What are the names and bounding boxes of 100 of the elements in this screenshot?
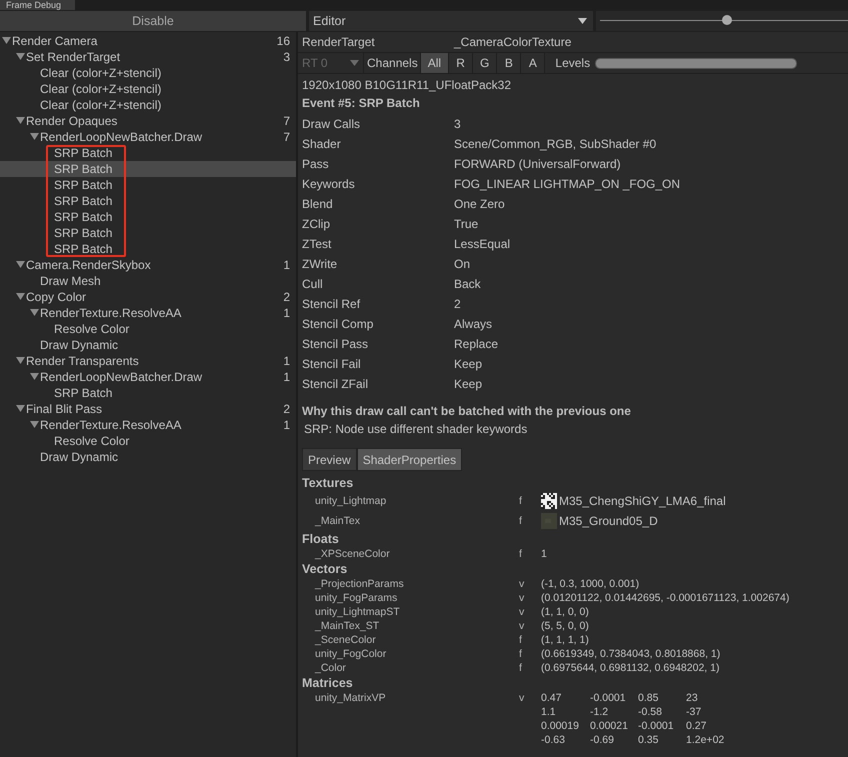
- expanded-arrow-icon[interactable]: [16, 357, 25, 365]
- expanded-arrow-icon[interactable]: [30, 421, 39, 429]
- property-name: _SceneColor: [315, 633, 377, 647]
- tree-item[interactable]: Final Blit Pass 2: [0, 401, 296, 417]
- matrix-cell-text: -1.2: [590, 705, 610, 719]
- expanded-arrow-icon[interactable]: [30, 373, 39, 381]
- detail-value: Keep: [454, 376, 482, 393]
- property-type: v: [519, 577, 526, 591]
- tree-item[interactable]: Draw Dynamic: [0, 449, 296, 465]
- texture-thumbnail: [541, 513, 557, 529]
- expanded-arrow-icon[interactable]: [16, 117, 25, 125]
- property-type: f: [519, 661, 523, 675]
- tree-item[interactable]: Draw Dynamic: [0, 337, 296, 353]
- matrix-cell-text: -0.63: [541, 733, 566, 747]
- tree-item[interactable]: Set RenderTarget 3: [0, 49, 296, 65]
- property-name: _MainTex_ST: [315, 619, 380, 633]
- matrix-cell-text: 0.85: [638, 691, 660, 705]
- tree-item[interactable]: SRP Batch: [0, 177, 296, 193]
- property-type: v: [519, 605, 526, 619]
- property-value: (0.01201122, 0.01442695, -0.0001671123, 1.002674): [541, 591, 790, 605]
- matrix-cell-text: -0.69: [590, 733, 615, 747]
- matrix-cell-text: -0.58: [638, 705, 663, 719]
- detail-label: Stencil ZFail: [302, 376, 370, 393]
- disable-button[interactable]: Disable: [0, 11, 306, 31]
- tree-item[interactable]: RenderTexture.ResolveAA 1: [0, 417, 296, 433]
- tree-item[interactable]: RenderLoopNewBatcher.Draw 7: [0, 129, 296, 145]
- tree-item[interactable]: Resolve Color: [0, 321, 296, 337]
- detail-value: 2: [454, 296, 461, 313]
- tree-item[interactable]: Camera.RenderSkybox 1: [0, 257, 296, 273]
- detail-value: Back: [454, 276, 481, 293]
- tree-item[interactable]: Resolve Color: [0, 433, 296, 449]
- property-type: v: [519, 691, 526, 706]
- matrix-cell-text: 0.35: [638, 733, 660, 747]
- window-tab[interactable]: Frame Debug: [0, 0, 76, 10]
- detail-value: Keep: [454, 356, 482, 373]
- detail-label: Stencil Ref: [302, 296, 362, 313]
- expanded-arrow-icon[interactable]: [16, 293, 25, 301]
- detail-value: True: [454, 216, 478, 233]
- detail-label: Draw Calls: [302, 116, 362, 133]
- expanded-arrow-icon[interactable]: [16, 53, 25, 61]
- group-heading: Textures: [301, 475, 354, 491]
- detail-label: Cull: [302, 276, 324, 293]
- detail-label: Keywords: [302, 176, 356, 193]
- tree-item[interactable]: SRP Batch: [0, 193, 296, 209]
- tree-item[interactable]: Clear (color+Z+stencil): [0, 65, 296, 81]
- property-name: _XPSceneColor: [315, 547, 391, 561]
- property-type: f: [519, 647, 523, 661]
- channel-toggle[interactable]: All: [420, 53, 448, 73]
- property-value: (1, 1, 0, 0): [541, 605, 589, 619]
- tree-item[interactable]: SRP Batch: [0, 385, 296, 401]
- slider-thumb[interactable]: [722, 15, 732, 25]
- matrix-cell-text: 23: [686, 691, 699, 705]
- property-name: _MainTex: [315, 514, 361, 528]
- detail-value: LessEqual: [454, 236, 510, 253]
- property-name: unity_LightmapST: [315, 605, 401, 619]
- tree-item[interactable]: SRP Batch: [0, 161, 296, 177]
- channels-label: Channels: [366, 56, 419, 70]
- view-tab[interactable]: Preview: [302, 448, 357, 471]
- expanded-arrow-icon[interactable]: [16, 405, 25, 413]
- detail-value: 3: [454, 116, 461, 133]
- expanded-arrow-icon[interactable]: [2, 37, 11, 45]
- detail-label: ZClip: [302, 216, 332, 233]
- property-value: 1: [541, 547, 547, 561]
- tree-item[interactable]: Render Camera 16: [0, 33, 296, 49]
- event-title: Event #5: SRP Batch: [301, 95, 421, 112]
- tree-item[interactable]: SRP Batch: [0, 145, 296, 161]
- tree-item[interactable]: Copy Color 2: [0, 289, 296, 305]
- property-name: unity_FogParams: [315, 591, 398, 605]
- detail-label: ZTest: [302, 236, 332, 253]
- property-type: f: [519, 547, 523, 561]
- view-tab[interactable]: ShaderProperties: [356, 448, 462, 471]
- detail-value: Replace: [454, 336, 498, 353]
- tree-item[interactable]: Draw Mesh: [0, 273, 296, 289]
- tree-item[interactable]: Render Transparents 1: [0, 353, 296, 369]
- expanded-arrow-icon[interactable]: [30, 133, 39, 141]
- tree-item[interactable]: Clear (color+Z+stencil): [0, 97, 296, 113]
- detail-value: Always: [454, 316, 492, 333]
- detail-value: FOG_LINEAR LIGHTMAP_ON _FOG_ON: [454, 176, 680, 193]
- tree-item[interactable]: RenderTexture.ResolveAA 1: [0, 305, 296, 321]
- property-name: _Color: [315, 661, 347, 675]
- target-dropdown[interactable]: Editor: [309, 11, 593, 31]
- tree-item[interactable]: Render Opaques 7: [0, 113, 296, 129]
- detail-label: ZWrite: [302, 256, 338, 273]
- detail-label: Stencil Pass: [302, 336, 370, 353]
- caret-icon: [578, 18, 587, 24]
- expanded-arrow-icon[interactable]: [30, 309, 39, 317]
- tree-item[interactable]: SRP Batch: [0, 225, 296, 241]
- event-slider[interactable]: [596, 11, 848, 31]
- property-name: unity_FogColor: [315, 647, 388, 661]
- matrix-cell-text: 1.1: [541, 705, 557, 719]
- tree-item[interactable]: Clear (color+Z+stencil): [0, 81, 296, 97]
- matrix-cell-text: -37: [686, 705, 702, 719]
- texture-thumbnail: [541, 493, 557, 509]
- tree-item[interactable]: SRP Batch: [0, 241, 296, 257]
- expanded-arrow-icon[interactable]: [16, 261, 25, 269]
- tree-item[interactable]: RenderLoopNewBatcher.Draw 1: [0, 369, 296, 385]
- field-value: _CameraColorTexture: [454, 35, 572, 49]
- tree-item[interactable]: SRP Batch: [0, 209, 296, 225]
- caret-icon: [350, 60, 359, 66]
- detail-value: On: [454, 256, 470, 273]
